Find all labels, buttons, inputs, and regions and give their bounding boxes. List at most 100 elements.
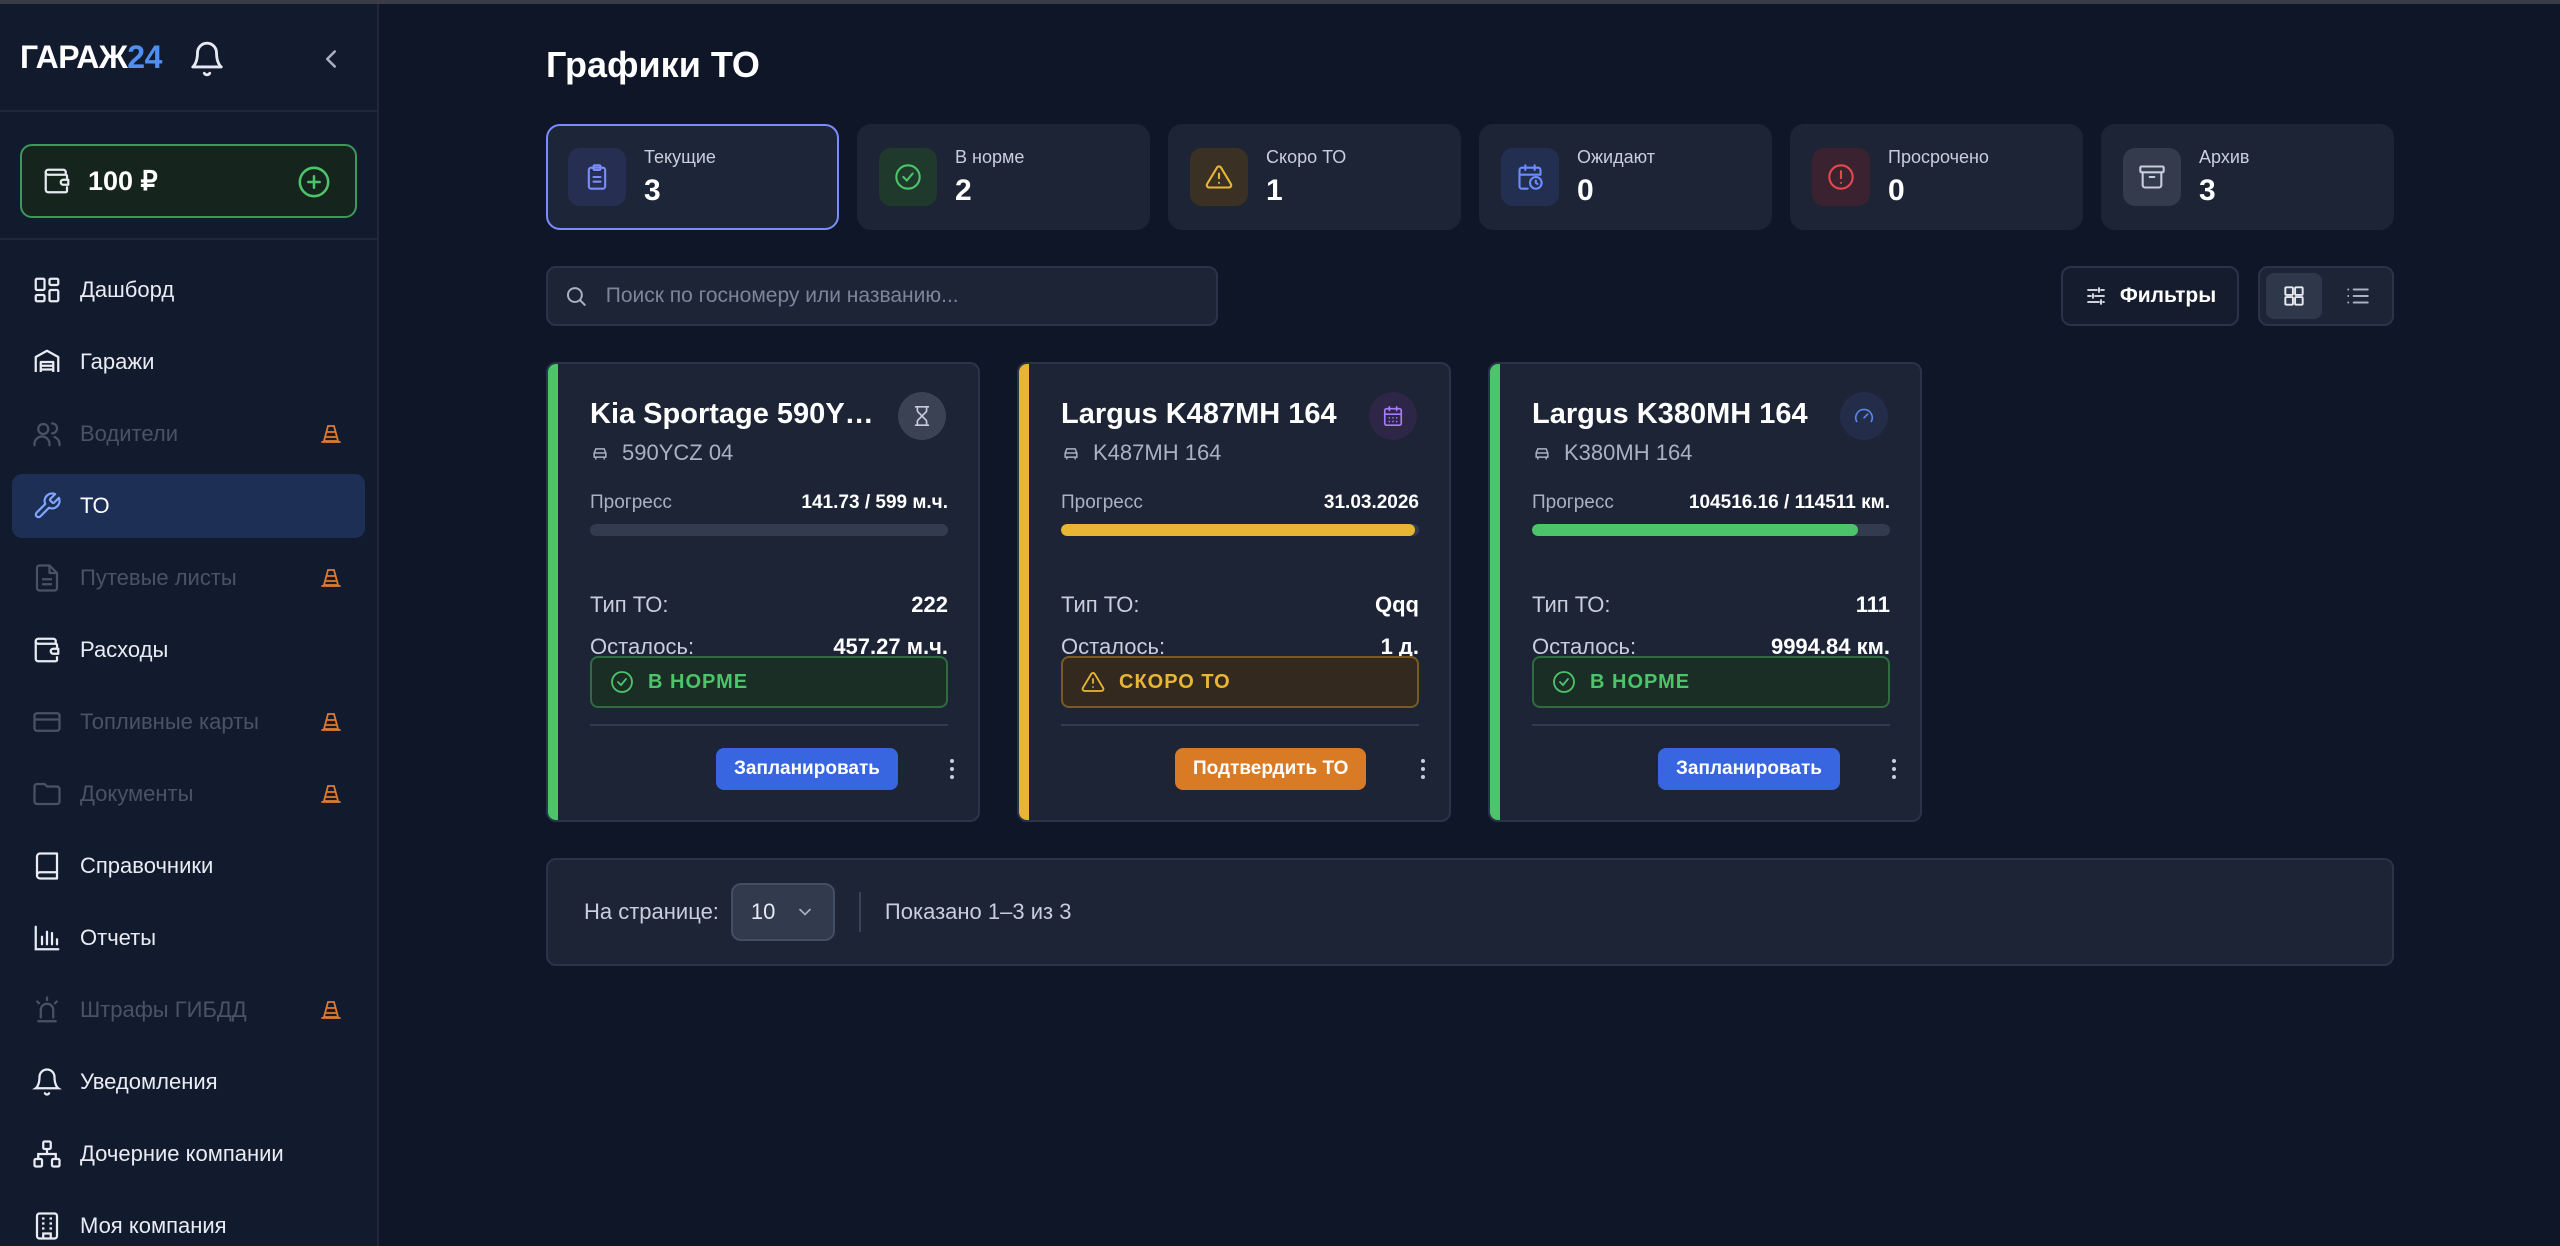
users-icon [33, 422, 61, 447]
traffic-cone-icon [321, 569, 341, 587]
stat-value: 3 [2199, 173, 2216, 207]
grid-view-button[interactable] [2266, 273, 2322, 319]
sidebar-item-expenses[interactable]: Расходы [12, 618, 365, 682]
sidebar-item-references[interactable]: Справочники [12, 834, 365, 898]
search-input[interactable] [605, 284, 1200, 308]
card-status-badge [1369, 392, 1417, 440]
more-menu-button[interactable] [1409, 752, 1437, 786]
stat-card-archive[interactable]: Архив 3 [2101, 124, 2394, 230]
stat-label: Ожидают [1577, 146, 1655, 167]
more-menu-button[interactable] [1880, 752, 1908, 786]
wallet-amount: 100 ₽ [88, 165, 158, 196]
sidebar-item-label: ТО [80, 493, 110, 518]
card-accent-stripe [1490, 364, 1500, 820]
type-row: Тип ТО: 111 [1532, 592, 1890, 617]
pagination-bar: На странице: 10 Показано 1–3 из 3 [546, 858, 2394, 966]
sidebar-item-drivers[interactable]: Водители [12, 402, 365, 466]
chart-icon [34, 925, 60, 951]
card-accent-stripe [548, 364, 558, 820]
more-vertical-icon [1892, 759, 1896, 779]
stat-icon-wrap [1812, 148, 1870, 206]
stats-row: Текущие 3 В норме 2 Скоро ТО 1 Ожидают 0 Про… [546, 124, 2394, 230]
list-icon [2347, 288, 2369, 304]
hourglass-icon [914, 406, 930, 426]
check-circle-icon [1553, 671, 1575, 693]
stat-card-current[interactable]: Текущие 3 [546, 124, 839, 230]
sidebar-item-fines[interactable]: Штрафы ГИБДД [12, 978, 365, 1042]
card-icon [33, 712, 61, 732]
sidebar-item-documents[interactable]: Документы [12, 762, 365, 826]
sidebar-item-label: Путевые листы [80, 565, 237, 590]
add-funds-icon[interactable] [297, 165, 331, 199]
bell-icon[interactable] [188, 40, 226, 78]
card-plate: K487MH 164 [1061, 440, 1221, 466]
progress-fill [1061, 524, 1416, 536]
stat-card-waiting[interactable]: Ожидают 0 [1479, 124, 1772, 230]
traffic-cone-icon [321, 785, 341, 803]
network-icon [33, 1140, 61, 1168]
sidebar-item-label: Дашборд [80, 277, 175, 302]
wrench-icon [34, 492, 61, 519]
warning-icon [1205, 165, 1233, 189]
view-toggle [2258, 266, 2394, 326]
sidebar-item-label: Расходы [80, 637, 169, 662]
stat-card-soon[interactable]: Скоро ТО 1 [1168, 124, 1461, 230]
sidebar-item-maintenance[interactable]: ТО [12, 474, 365, 538]
book-icon [35, 852, 59, 880]
stat-card-ok[interactable]: В норме 2 [857, 124, 1150, 230]
traffic-cone-icon [321, 1001, 341, 1019]
sliders-icon [2086, 287, 2105, 305]
status-banner: СКОРО ТО [1061, 656, 1419, 708]
list-view-button[interactable] [2330, 273, 2386, 319]
sidebar-item-label: Топливные карты [80, 709, 259, 734]
sidebar-item-garages[interactable]: Гаражи [12, 330, 365, 394]
sidebar-item-dashboard[interactable]: Дашборд [12, 258, 365, 322]
bell-icon [32, 1068, 62, 1096]
sidebar-item-subsidiaries[interactable]: Дочерние компании [12, 1122, 365, 1186]
more-vertical-icon [950, 759, 954, 779]
confirm-maintenance-button[interactable]: Подтвердить ТО [1175, 748, 1367, 790]
sidebar-header: ГАРАЖ24 [0, 4, 377, 112]
pagination-info: Показано 1–3 из 3 [884, 899, 1072, 924]
check-circle-icon [895, 164, 921, 190]
progress-row: Прогресс 31.03.2026 [1061, 492, 1419, 513]
stat-value: 2 [955, 173, 972, 207]
filters-button[interactable]: Фильтры [2061, 266, 2239, 326]
wallet-icon [34, 637, 60, 663]
sidebar-item-label: Дочерние компании [80, 1141, 284, 1166]
calendar-clock-icon [1518, 164, 1543, 190]
more-vertical-icon [1421, 759, 1425, 779]
stat-icon-wrap [2123, 148, 2181, 206]
document-icon [35, 564, 59, 592]
folder-icon [33, 782, 61, 806]
sidebar-item-label: Отчеты [80, 925, 157, 950]
progress-bar [590, 524, 948, 536]
per-page-select[interactable]: 10 [730, 883, 835, 941]
alert-circle-icon [1828, 164, 1854, 190]
sidebar-item-notifications[interactable]: Уведомления [12, 1050, 365, 1114]
dashboard-icon [34, 277, 60, 303]
maintenance-card[interactable]: Largus K487MH 164 K487MH 164 Прогресс 31.… [1017, 362, 1451, 822]
schedule-button[interactable]: Запланировать [716, 748, 898, 790]
search-box [546, 266, 1218, 326]
sidebar-item-fuel-cards[interactable]: Топливные карты [12, 690, 365, 754]
traffic-cone-icon [321, 425, 341, 443]
maintenance-card[interactable]: Largus K380MH 164 K380MH 164 Прогресс 104… [1488, 362, 1922, 822]
sidebar-item-label: Документы [80, 781, 194, 806]
app-logo[interactable]: ГАРАЖ24 [20, 39, 162, 76]
sidebar-item-my-company[interactable]: Моя компания [12, 1194, 365, 1246]
chevron-left-icon[interactable] [316, 44, 346, 74]
garage-icon [34, 349, 60, 372]
sidebar-item-waybills[interactable]: Путевые листы [12, 546, 365, 610]
status-banner: В НОРМЕ [1532, 656, 1890, 708]
more-menu-button[interactable] [938, 752, 966, 786]
wallet-balance[interactable]: 100 ₽ [20, 144, 357, 218]
stat-icon-wrap [1190, 148, 1248, 206]
maintenance-card[interactable]: Kia Sportage 590YCZ 04 590YCZ 04 Прогрес… [546, 362, 980, 822]
page-title: Графики ТО [546, 44, 760, 85]
sidebar-item-reports[interactable]: Отчеты [12, 906, 365, 970]
building-icon [35, 1212, 59, 1240]
stat-card-overdue[interactable]: Просрочено 0 [1790, 124, 2083, 230]
schedule-button[interactable]: Запланировать [1658, 748, 1840, 790]
per-page-label: На странице: [584, 899, 719, 924]
